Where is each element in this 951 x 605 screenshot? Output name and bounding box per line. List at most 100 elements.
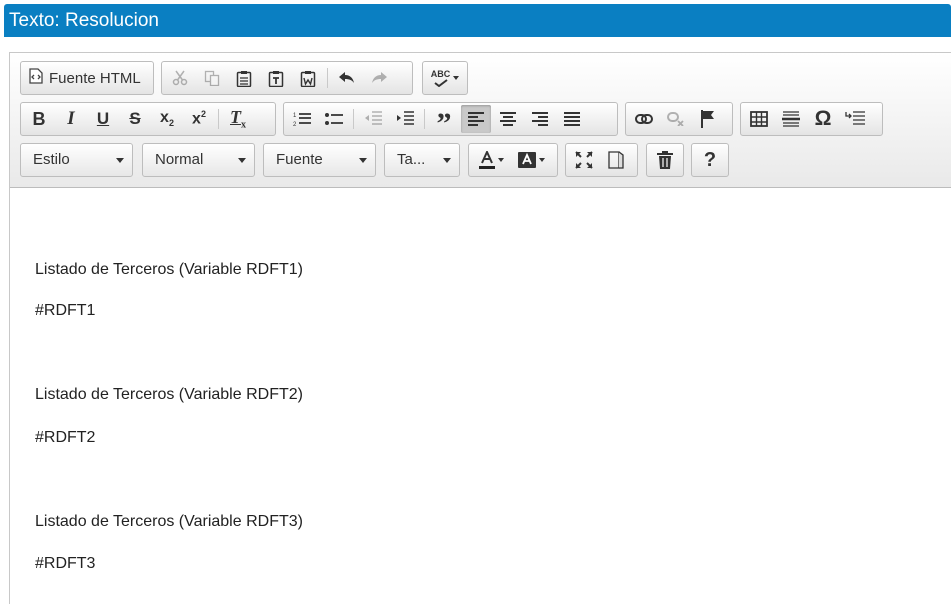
remove-format-icon: Tx <box>230 107 246 131</box>
font-combo-label: Fuente <box>276 151 323 168</box>
numbered-list-button[interactable]: 12 <box>287 105 317 133</box>
chevron-down-icon <box>359 158 367 163</box>
font-size-combo-label: Ta... <box>397 151 426 168</box>
copy-button[interactable] <box>197 64 227 92</box>
strikethrough-icon: S <box>129 109 141 128</box>
outdent-button[interactable] <box>358 105 388 133</box>
outdent-icon <box>364 111 382 127</box>
subscript-button[interactable]: x2 <box>152 105 182 133</box>
paragraph[interactable]: #RDFT1 <box>35 302 95 320</box>
numbered-list-icon: 12 <box>293 111 311 127</box>
chevron-down-icon <box>497 158 504 162</box>
page-break-icon <box>845 111 865 127</box>
subscript-icon: x2 <box>160 109 174 129</box>
underline-button[interactable]: U <box>88 105 118 133</box>
special-char-button[interactable]: Ω <box>808 105 838 133</box>
rich-text-editor: Fuente HTML ABC B I U S x2 x2 Tx 1 2 ” Ω… <box>9 52 951 605</box>
paste-text-icon <box>268 70 284 87</box>
align-right-icon <box>532 112 548 126</box>
paste-word-button[interactable] <box>293 64 323 92</box>
format-combo[interactable]: Normal <box>142 143 255 177</box>
tools-group <box>565 143 638 177</box>
indent-button[interactable] <box>390 105 420 133</box>
bulleted-list-icon <box>325 112 343 126</box>
background-color-icon <box>517 151 536 169</box>
toolbar-separator <box>327 68 328 88</box>
blockquote-icon: ” <box>436 107 452 140</box>
flag-icon <box>701 110 715 128</box>
bulleted-list-button[interactable] <box>319 105 349 133</box>
text-color-icon <box>478 151 495 169</box>
toolbar-separator <box>218 109 219 129</box>
insert-group: Ω <box>740 102 883 136</box>
maximize-button[interactable] <box>569 146 599 174</box>
paste-icon <box>236 70 252 87</box>
redo-button[interactable] <box>364 64 394 92</box>
blockquote-button[interactable]: ” <box>429 105 459 139</box>
table-icon <box>750 111 768 127</box>
background-color-button[interactable] <box>512 146 550 174</box>
omega-icon: Ω <box>814 107 832 130</box>
superscript-button[interactable]: x2 <box>184 105 214 133</box>
paragraph[interactable]: Listado de Terceros (Variable RDFT3) <box>35 513 303 531</box>
editor-content[interactable]: Listado de Terceros (Variable RDFT1) #RD… <box>10 189 951 605</box>
undo-button[interactable] <box>332 64 362 92</box>
bold-button[interactable]: B <box>24 105 54 133</box>
svg-text:1: 1 <box>293 113 297 119</box>
unlink-icon <box>667 112 685 126</box>
link-button[interactable] <box>629 105 659 133</box>
indent-icon <box>396 111 414 127</box>
italic-icon: I <box>67 108 75 129</box>
style-combo[interactable]: Estilo <box>20 143 133 177</box>
italic-button[interactable]: I <box>56 105 86 133</box>
paragraph[interactable]: #RDFT2 <box>35 429 95 447</box>
table-button[interactable] <box>744 105 774 133</box>
paste-button[interactable] <box>229 64 259 92</box>
paragraph-group: 12 ” <box>283 102 618 139</box>
font-combo[interactable]: Fuente <box>263 143 376 177</box>
spellcheck-group: ABC <box>422 61 468 95</box>
align-left-button[interactable] <box>461 105 491 133</box>
toolbar-separator <box>353 109 354 129</box>
horizontal-rule-button[interactable] <box>776 105 806 133</box>
underline-icon: U <box>96 109 110 128</box>
trash-icon <box>657 151 673 169</box>
align-center-button[interactable] <box>493 105 523 133</box>
source-group: Fuente HTML <box>20 61 154 95</box>
editor-toolbar: Fuente HTML ABC B I U S x2 x2 Tx 1 2 ” Ω… <box>10 53 951 188</box>
source-html-button[interactable]: Fuente HTML <box>23 64 147 92</box>
source-icon <box>29 68 43 88</box>
paragraph[interactable]: Listado de Terceros (Variable RDFT2) <box>35 386 303 404</box>
delete-button[interactable] <box>650 146 680 174</box>
paragraph[interactable]: Listado de Terceros (Variable RDFT1) <box>35 261 303 279</box>
clipboard-group <box>161 61 413 95</box>
help-button[interactable]: ? <box>695 146 725 174</box>
cut-button[interactable] <box>165 64 195 92</box>
copy-icon <box>204 70 220 86</box>
justify-button[interactable] <box>557 105 587 133</box>
chevron-down-icon <box>443 158 451 163</box>
anchor-button[interactable] <box>693 105 723 133</box>
page-break-button[interactable] <box>840 105 870 133</box>
bold-icon: B <box>32 108 46 129</box>
spellcheck-button[interactable]: ABC <box>426 64 464 92</box>
unlink-button[interactable] <box>661 105 691 133</box>
paste-text-button[interactable] <box>261 64 291 92</box>
remove-format-button[interactable]: Tx <box>223 105 253 133</box>
basic-styles-group: B I U S x2 x2 Tx <box>20 102 276 136</box>
show-blocks-button[interactable] <box>601 146 631 174</box>
style-combo-label: Estilo <box>33 151 70 168</box>
format-combo-label: Normal <box>155 151 204 168</box>
text-color-button[interactable] <box>472 146 510 174</box>
font-size-combo[interactable]: Ta... <box>384 143 460 177</box>
paragraph[interactable]: #RDFT3 <box>35 555 95 573</box>
help-icon: ? <box>703 148 717 171</box>
delete-group <box>646 143 684 177</box>
undo-icon <box>338 71 356 85</box>
window-title: Texto: Resolucion <box>4 4 951 37</box>
align-left-icon <box>468 112 484 126</box>
colors-group <box>468 143 558 177</box>
align-right-button[interactable] <box>525 105 555 133</box>
strikethrough-button[interactable]: S <box>120 105 150 133</box>
spellcheck-icon: ABC <box>431 69 450 87</box>
